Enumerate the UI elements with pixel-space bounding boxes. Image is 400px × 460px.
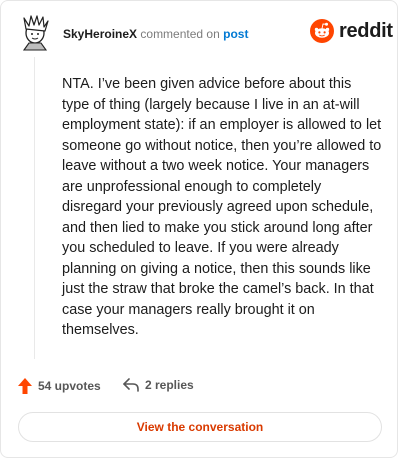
comment-body: NTA. I’ve been given advice before about… — [62, 76, 382, 338]
reddit-snoo-icon — [310, 19, 334, 43]
view-conversation-button[interactable]: View the conversation — [18, 412, 382, 442]
username-link[interactable]: SkyHeroineX — [63, 27, 137, 41]
upvote-count: 54 upvotes — [38, 379, 101, 393]
user-avatar[interactable] — [17, 13, 53, 51]
reddit-wordmark: reddit — [339, 20, 393, 42]
upvote-control[interactable]: 54 upvotes — [18, 378, 101, 394]
post-link[interactable]: post — [223, 27, 248, 41]
upvote-arrow-icon — [18, 378, 32, 394]
action-text: commented on — [140, 27, 220, 41]
reddit-brand[interactable]: reddit — [310, 19, 393, 43]
reply-arrow-icon — [123, 378, 139, 392]
thread-line — [34, 57, 35, 359]
comment-header: SkyHeroineX commented on post — [63, 26, 248, 42]
embedded-comment-card: SkyHeroineX commented on post reddit NTA… — [0, 0, 398, 458]
replies-count: 2 replies — [145, 378, 194, 392]
replies-control[interactable]: 2 replies — [123, 378, 194, 392]
